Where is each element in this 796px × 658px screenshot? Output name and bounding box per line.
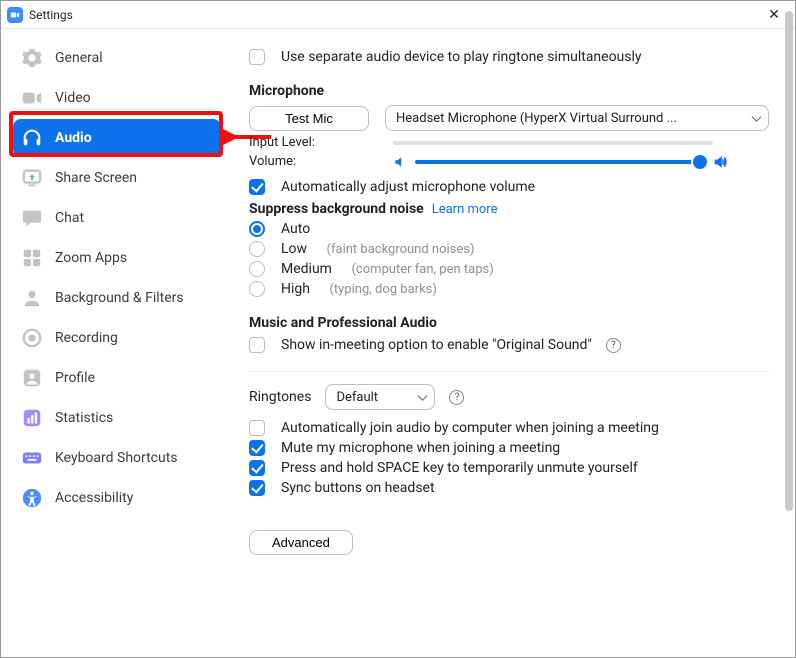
gear-icon xyxy=(21,47,43,69)
stats-icon xyxy=(21,407,43,429)
suppress-radio-auto[interactable] xyxy=(249,221,265,237)
sidebar-item-accessibility[interactable]: Accessibility xyxy=(13,479,221,517)
sidebar: General Video Audio Share Screen xyxy=(1,29,233,657)
auto-adjust-volume-checkbox[interactable] xyxy=(249,179,265,195)
space-unmute-label: Press and hold SPACE key to temporarily … xyxy=(281,460,638,476)
help-icon[interactable]: ? xyxy=(606,338,621,353)
suppress-option-hint: (computer fan, pen taps) xyxy=(351,262,493,277)
learn-more-link[interactable]: Learn more xyxy=(432,202,498,217)
sidebar-item-label: Statistics xyxy=(55,410,113,426)
suppress-option-hint: (faint background noises) xyxy=(327,242,475,257)
volume-high-icon xyxy=(713,155,727,169)
sidebar-item-label: Recording xyxy=(55,330,118,346)
auto-adjust-volume-label: Automatically adjust microphone volume xyxy=(281,179,535,195)
window-title: Settings xyxy=(29,8,73,22)
slider-thumb[interactable] xyxy=(693,155,707,169)
suppress-option-label: Medium xyxy=(281,261,332,277)
sync-headset-checkbox[interactable] xyxy=(249,480,265,496)
profile-icon xyxy=(21,367,43,389)
advanced-button[interactable]: Advanced xyxy=(249,530,353,555)
apps-icon xyxy=(21,247,43,269)
sidebar-item-label: Audio xyxy=(55,130,92,146)
person-icon xyxy=(21,287,43,309)
video-icon xyxy=(21,87,43,109)
ringtone-select[interactable]: Default xyxy=(325,384,435,410)
sidebar-item-general[interactable]: General xyxy=(13,39,221,77)
sync-headset-label: Sync buttons on headset xyxy=(281,480,435,496)
ringtones-label: Ringtones xyxy=(249,389,311,405)
sidebar-item-label: Video xyxy=(55,90,91,106)
original-sound-label: Show in-meeting option to enable "Origin… xyxy=(281,337,592,353)
sidebar-item-chat[interactable]: Chat xyxy=(13,199,221,237)
sidebar-item-label: Profile xyxy=(55,370,95,386)
separate-ringtone-checkbox[interactable] xyxy=(249,49,265,65)
audio-settings-panel: Use separate audio device to play ringto… xyxy=(233,29,795,657)
share-icon xyxy=(21,167,43,189)
chat-icon xyxy=(21,207,43,229)
sidebar-item-zoom-apps[interactable]: Zoom Apps xyxy=(13,239,221,277)
ringtone-select-value: Default xyxy=(336,390,378,405)
accessibility-icon xyxy=(21,487,43,509)
suppress-radio-high[interactable] xyxy=(249,281,265,297)
sidebar-item-label: Keyboard Shortcuts xyxy=(55,450,178,466)
sidebar-item-label: Background & Filters xyxy=(55,290,184,306)
microphone-select-value: Headset Microphone (HyperX Virtual Surro… xyxy=(396,111,677,126)
settings-window: Settings ✕ General Video Audio xyxy=(0,0,796,658)
sidebar-item-recording[interactable]: Recording xyxy=(13,319,221,357)
headphones-icon xyxy=(21,127,43,149)
suppress-radio-medium[interactable] xyxy=(249,261,265,277)
auto-join-audio-checkbox[interactable] xyxy=(249,420,265,436)
input-level-label: Input Level: xyxy=(249,135,327,150)
input-level-meter xyxy=(393,141,713,145)
microphone-select[interactable]: Headset Microphone (HyperX Virtual Surro… xyxy=(385,105,769,131)
suppress-radio-low[interactable] xyxy=(249,241,265,257)
sidebar-item-audio[interactable]: Audio xyxy=(13,119,221,157)
sidebar-item-share-screen[interactable]: Share Screen xyxy=(13,159,221,197)
microphone-volume-slider[interactable] xyxy=(415,160,705,164)
suppress-option-label: Low xyxy=(281,241,307,257)
sidebar-item-profile[interactable]: Profile xyxy=(13,359,221,397)
test-mic-button[interactable]: Test Mic xyxy=(249,106,369,131)
suppress-noise-heading: Suppress background noise xyxy=(249,201,424,217)
help-icon[interactable]: ? xyxy=(449,390,464,405)
space-unmute-checkbox[interactable] xyxy=(249,460,265,476)
mute-on-join-label: Mute my microphone when joining a meetin… xyxy=(281,440,560,456)
volume-low-icon xyxy=(393,155,407,169)
microphone-heading: Microphone xyxy=(249,83,769,99)
music-audio-heading: Music and Professional Audio xyxy=(249,315,769,331)
sidebar-item-video[interactable]: Video xyxy=(13,79,221,117)
separate-ringtone-label: Use separate audio device to play ringto… xyxy=(281,49,642,65)
original-sound-checkbox[interactable] xyxy=(249,337,265,353)
sidebar-item-label: Chat xyxy=(55,210,84,226)
keyboard-icon xyxy=(21,447,43,469)
suppress-option-label: Auto xyxy=(281,221,310,237)
volume-label: Volume: xyxy=(249,154,327,169)
sidebar-item-statistics[interactable]: Statistics xyxy=(13,399,221,437)
sidebar-item-label: General xyxy=(55,50,103,66)
sidebar-item-label: Accessibility xyxy=(55,490,133,506)
scrollbar[interactable] xyxy=(785,29,793,511)
mute-on-join-checkbox[interactable] xyxy=(249,440,265,456)
sidebar-item-label: Share Screen xyxy=(55,170,137,186)
sidebar-item-background-filters[interactable]: Background & Filters xyxy=(13,279,221,317)
divider xyxy=(249,371,769,372)
suppress-option-label: High xyxy=(281,281,310,297)
auto-join-audio-label: Automatically join audio by computer whe… xyxy=(281,420,659,436)
sidebar-item-label: Zoom Apps xyxy=(55,250,127,266)
app-icon xyxy=(7,7,23,23)
sidebar-item-keyboard-shortcuts[interactable]: Keyboard Shortcuts xyxy=(13,439,221,477)
titlebar: Settings ✕ xyxy=(1,1,795,29)
suppress-option-hint: (typing, dog barks) xyxy=(329,282,436,297)
record-icon xyxy=(21,327,43,349)
